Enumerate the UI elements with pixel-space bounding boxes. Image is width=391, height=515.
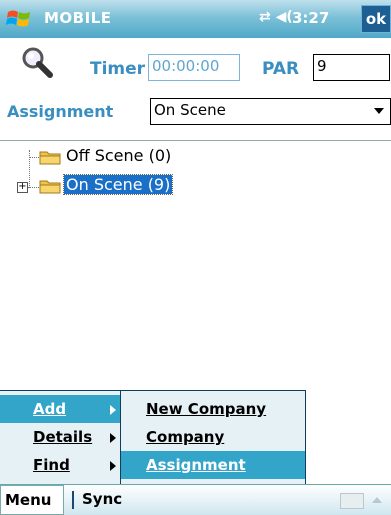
expand-icon[interactable]: + [17,182,28,193]
timer-field[interactable]: 00:00:00 [148,54,240,81]
submenu-item-new-company[interactable]: New Company [121,395,305,423]
submenu-item-label: Company [146,428,225,446]
status-icons[interactable]: ⇄ ◀( [259,9,293,25]
chevron-right-icon [110,461,116,471]
tree-node-on-scene[interactable]: On Scene (9) [62,174,174,195]
popup-menu: Add Details Find [0,390,122,485]
volume-icon[interactable]: ◀( [276,9,293,25]
assignment-select[interactable]: On Scene [150,98,391,125]
tree-line [29,150,30,188]
folder-icon [39,180,61,194]
menu-item-add[interactable]: Add [0,395,121,423]
app-title: MOBILE [44,9,112,27]
submenu-item-assignment[interactable]: Assignment [121,451,305,479]
softkey-bar: Menu Sync [0,484,391,515]
divider [72,491,74,509]
chevron-down-icon[interactable] [374,108,384,114]
submenu-item-label: New Company [146,400,267,418]
tree-view[interactable]: Off Scene (0) + On Scene (9) [0,146,391,391]
clock[interactable]: 3:27 [292,9,329,27]
par-label: PAR [262,59,300,79]
divider [0,140,391,141]
menu-item-label: Find [33,456,70,474]
chevron-up-icon[interactable] [372,497,382,503]
chevron-right-icon [110,433,116,443]
assignment-select-value: On Scene [154,101,226,119]
timer-label: Timer [90,59,146,79]
connectivity-icon[interactable]: ⇄ [259,9,271,25]
par-field[interactable]: 9 [313,54,390,81]
submenu-item-label: Assignment [146,456,246,474]
sync-softkey[interactable]: Sync [82,490,122,508]
keyboard-icon[interactable] [340,493,364,509]
title-bar: MOBILE ⇄ ◀( 3:27 ok [0,0,391,38]
submenu-item-company[interactable]: Company [121,423,305,451]
menu-item-find[interactable]: Find [0,451,121,479]
menu-item-label: Details [33,428,93,446]
menu-item-details[interactable]: Details [0,423,121,451]
menu-softkey[interactable]: Menu [0,485,64,515]
submenu: New Company Company Assignment [120,390,306,486]
menu-item-label: Add [33,400,67,418]
tree-node-off-scene[interactable]: Off Scene (0) [66,146,171,165]
folder-icon [39,151,61,165]
assignment-label: Assignment [7,102,114,121]
tree-line [29,157,39,158]
ok-button[interactable]: ok [361,5,391,33]
windows-logo-icon[interactable] [6,6,32,32]
chevron-right-icon [110,405,116,415]
search-icon[interactable] [20,45,54,79]
